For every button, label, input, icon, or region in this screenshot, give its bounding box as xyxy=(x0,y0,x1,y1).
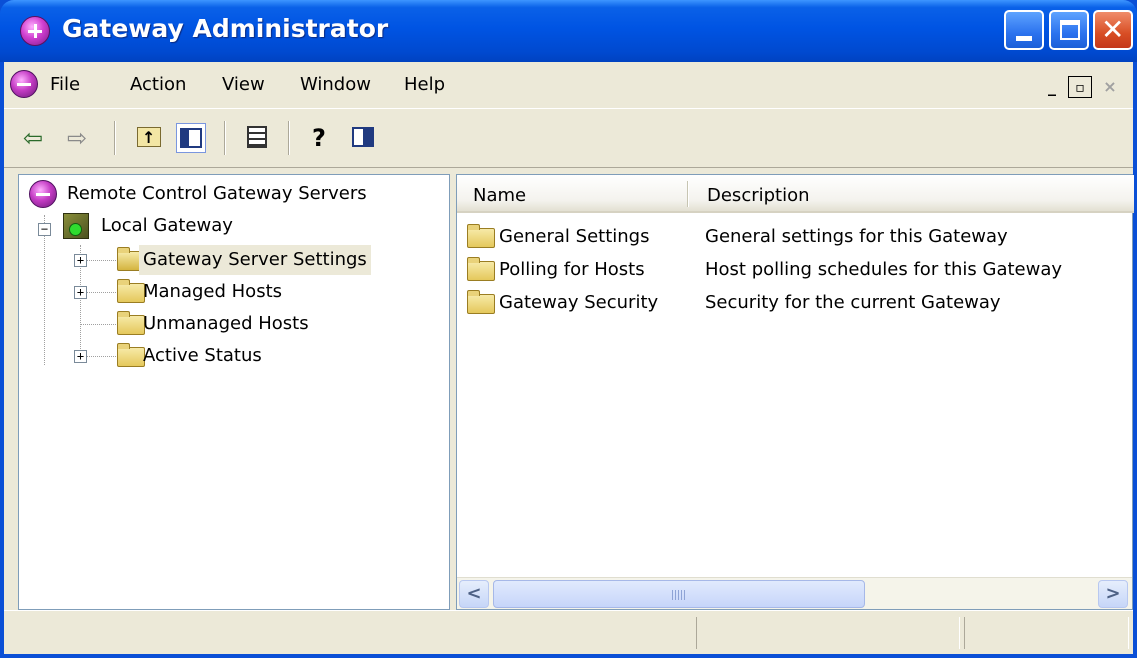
up-folder-icon xyxy=(137,123,161,153)
child-close-button[interactable]: × xyxy=(1098,76,1122,98)
scrollbar-thumb[interactable] xyxy=(493,580,865,608)
minimize-button[interactable] xyxy=(1004,10,1044,50)
show-hide-action-pane-icon xyxy=(352,127,374,147)
back-arrow-icon[interactable]: ⇦ xyxy=(18,123,48,153)
menu-action[interactable]: Action xyxy=(130,74,186,95)
content-area: Remote Control Gateway Servers − Local G… xyxy=(4,168,1134,610)
tree-item-label: Active Status xyxy=(143,345,262,366)
menu-view[interactable]: View xyxy=(222,74,265,95)
expand-toggle[interactable]: + xyxy=(74,350,87,363)
expand-toggle[interactable]: + xyxy=(74,286,87,299)
export-list-button[interactable] xyxy=(242,123,272,153)
window-frame-bottom xyxy=(0,654,1137,658)
list-item-name: Polling for Hosts xyxy=(499,259,645,280)
help-icon: ? xyxy=(312,124,326,152)
collapse-toggle[interactable]: − xyxy=(38,223,51,236)
menu-bar: File Action View Window Help _ ▫ × xyxy=(4,62,1133,108)
folder-icon xyxy=(467,224,495,248)
close-icon: ✕ xyxy=(1101,13,1125,46)
status-panel xyxy=(696,617,960,649)
folder-icon xyxy=(467,290,495,314)
expand-toggle[interactable]: + xyxy=(74,254,87,267)
scroll-left-button[interactable]: < xyxy=(459,580,489,608)
list-item-name: Gateway Security xyxy=(499,292,659,313)
minimize-icon xyxy=(1016,36,1032,41)
maximize-icon xyxy=(1060,20,1080,40)
show-hide-tree-icon xyxy=(180,128,202,148)
export-list-icon xyxy=(247,126,267,148)
help-button[interactable]: ? xyxy=(304,123,334,153)
child-restore-button[interactable]: ▫ xyxy=(1068,76,1092,98)
tree-item-label: Managed Hosts xyxy=(143,281,283,302)
column-resize-handle[interactable] xyxy=(687,181,689,207)
tree-item-label: Remote Control Gateway Servers xyxy=(67,183,367,204)
toolbar-separator xyxy=(224,121,226,155)
list-item-description: Host polling schedules for this Gateway xyxy=(705,259,1063,280)
column-header-name[interactable]: Name xyxy=(473,185,526,206)
status-panel xyxy=(964,617,1129,649)
gateway-app-icon[interactable] xyxy=(20,16,50,46)
tree-connector xyxy=(80,324,116,325)
details-list[interactable]: Name Description General Settings Genera… xyxy=(456,174,1134,610)
window-title: Gateway Administrator xyxy=(62,14,389,43)
scrollbar-grip-icon xyxy=(672,590,686,600)
close-button[interactable]: ✕ xyxy=(1093,10,1133,50)
show-hide-tree-button[interactable] xyxy=(176,123,206,153)
folder-icon xyxy=(467,257,495,281)
console-system-menu-icon[interactable] xyxy=(10,70,38,98)
list-item-description: General settings for this Gateway xyxy=(705,226,1008,247)
forward-arrow-icon[interactable]: ⇨ xyxy=(62,123,92,153)
title-bar[interactable]: Gateway Administrator ✕ xyxy=(0,0,1137,62)
tree-item-label: Gateway Server Settings xyxy=(139,245,371,275)
console-tree[interactable]: Remote Control Gateway Servers − Local G… xyxy=(18,174,450,610)
app-window: Gateway Administrator ✕ File Action View… xyxy=(0,0,1137,658)
toolbar-separator xyxy=(114,121,116,155)
column-header-description[interactable]: Description xyxy=(707,185,810,206)
scroll-right-button[interactable]: > xyxy=(1098,580,1128,608)
maximize-button[interactable] xyxy=(1049,10,1089,50)
gateway-icon xyxy=(63,213,89,239)
toolbar-separator xyxy=(288,121,290,155)
list-item-description: Security for the current Gateway xyxy=(705,292,1001,313)
menu-file[interactable]: File xyxy=(50,74,80,95)
horizontal-scrollbar[interactable]: < > xyxy=(457,577,1132,609)
list-item-name: General Settings xyxy=(499,226,650,247)
tree-item-label: Local Gateway xyxy=(101,215,233,236)
menu-help[interactable]: Help xyxy=(404,74,445,95)
child-minimize-button[interactable]: _ xyxy=(1040,76,1064,98)
remote-control-icon xyxy=(29,180,57,208)
list-header: Name Description xyxy=(457,175,1134,213)
toolbar: ⇦ ⇨ ? xyxy=(4,108,1133,168)
show-hide-action-pane-button[interactable] xyxy=(348,123,378,153)
tree-item-label: Unmanaged Hosts xyxy=(143,313,309,334)
status-bar xyxy=(4,610,1133,654)
up-folder-button[interactable] xyxy=(134,123,164,153)
menu-window[interactable]: Window xyxy=(300,74,371,95)
tree-connector xyxy=(44,215,45,365)
